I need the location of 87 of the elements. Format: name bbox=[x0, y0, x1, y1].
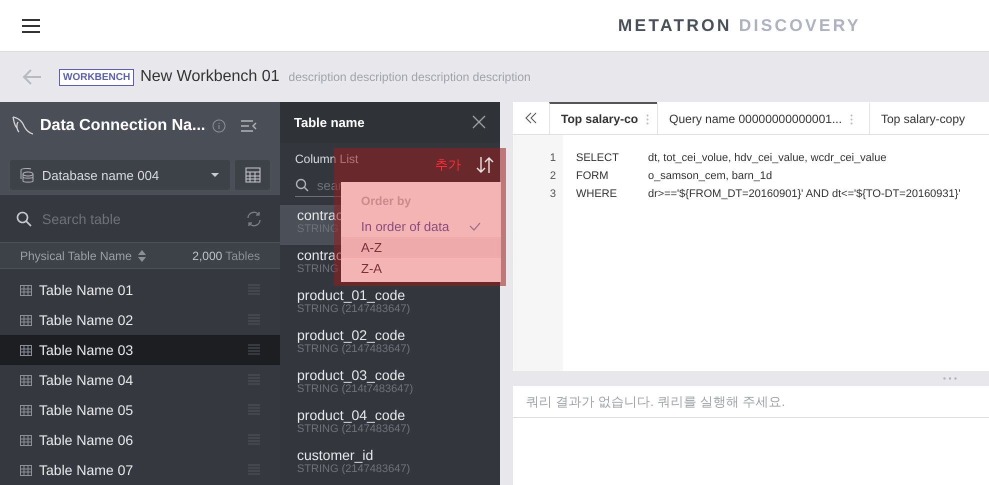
table-count-unit: Tables bbox=[225, 248, 260, 263]
caret-icon bbox=[210, 172, 220, 178]
column-type: STRING (2147483647) bbox=[297, 343, 410, 355]
table-list-item[interactable]: Table Name 02 bbox=[0, 305, 280, 335]
menu-icon[interactable] bbox=[22, 18, 40, 32]
kebab-icon[interactable] bbox=[646, 114, 650, 124]
resize-handle-icon[interactable] bbox=[943, 377, 957, 380]
column-name: contrac bbox=[297, 207, 343, 223]
menu-item[interactable]: In order of data bbox=[341, 216, 501, 237]
database-dropdown[interactable]: Database name 004 bbox=[10, 160, 230, 190]
code-text: dr>=='${FROM_DT=20160901}' AND dt<='${TO-DT=20160931}' bbox=[648, 188, 960, 202]
column-list-item[interactable]: customer_id STRING (2147483647) bbox=[280, 445, 500, 485]
check-icon bbox=[469, 222, 481, 231]
table-icon bbox=[20, 314, 32, 326]
drag-handle-icon[interactable] bbox=[248, 374, 260, 386]
search-field[interactable]: sear bbox=[315, 176, 369, 194]
annotation-label: 추가 bbox=[435, 156, 461, 174]
code-keyword: WHERE bbox=[576, 188, 618, 202]
table-icon bbox=[20, 404, 32, 416]
editor-tab[interactable]: Query name 00000000000001... bbox=[657, 102, 869, 134]
column-name: customer_id bbox=[297, 447, 374, 463]
column-name: product_02_code bbox=[297, 327, 406, 343]
code-keyword: FORM bbox=[576, 170, 610, 184]
table-icon bbox=[20, 374, 32, 386]
code-keyword: SELECT bbox=[576, 152, 620, 166]
workbench-title: New Workbench 01 bbox=[140, 68, 280, 86]
workbench-description: description description description description bbox=[288, 70, 531, 84]
search-field[interactable]: Search table bbox=[40, 210, 246, 228]
kebab-icon[interactable] bbox=[850, 114, 853, 124]
back-icon[interactable] bbox=[22, 69, 42, 85]
column-list-item[interactable]: product_03_code STRING (214t7483647) bbox=[280, 365, 500, 405]
logo-text: METATRON bbox=[618, 16, 732, 36]
table-icon bbox=[20, 464, 32, 476]
section-label: Column List bbox=[295, 152, 358, 166]
table-icon bbox=[20, 434, 32, 446]
close-icon[interactable] bbox=[472, 115, 486, 130]
column-type: STRING (2147483647) bbox=[297, 423, 410, 435]
table-list-item[interactable]: Table Name 03 bbox=[0, 335, 280, 365]
line-number: 3 bbox=[548, 188, 557, 202]
info-icon[interactable] bbox=[212, 119, 226, 133]
menu-item[interactable]: Z-A bbox=[341, 258, 501, 279]
table-list-item[interactable]: Table Name 01 bbox=[0, 275, 280, 305]
table-icon bbox=[20, 284, 32, 296]
menu-item[interactable]: A-Z bbox=[341, 237, 501, 258]
collapse-list-icon[interactable] bbox=[241, 120, 258, 132]
column-type: STRING bbox=[297, 263, 339, 275]
empty-message: 쿼리 결과가 없습니다. 쿼리를 실행해 주세요. bbox=[526, 392, 786, 410]
column-header[interactable]: Physical Table Name bbox=[20, 248, 132, 263]
sort-icon[interactable] bbox=[476, 156, 494, 174]
code-text: o_samson_cem, barn_1d bbox=[648, 170, 772, 184]
column-list-item[interactable]: product_01_code STRING (2147483647) bbox=[280, 285, 500, 325]
table-icon bbox=[20, 344, 32, 356]
refresh-icon[interactable] bbox=[246, 210, 262, 227]
drag-handle-icon[interactable] bbox=[248, 314, 260, 326]
column-type: STRING (2147483647) bbox=[297, 303, 410, 315]
column-type: STRING (214t7483647) bbox=[297, 383, 414, 395]
drag-handle-icon[interactable] bbox=[248, 464, 260, 476]
column-name: contrac bbox=[297, 247, 343, 263]
connection-name: Data Connection Na... bbox=[40, 117, 206, 135]
search-icon bbox=[295, 178, 309, 192]
drag-handle-icon[interactable] bbox=[248, 434, 260, 446]
table-list-item[interactable]: Table Name 05 bbox=[0, 395, 280, 425]
grid-icon[interactable] bbox=[235, 160, 270, 190]
table-count: 2,000 bbox=[192, 248, 222, 263]
line-number: 2 bbox=[548, 170, 557, 184]
line-number: 1 bbox=[548, 152, 557, 166]
column-name: product_03_code bbox=[297, 367, 406, 383]
drag-handle-icon[interactable] bbox=[248, 344, 260, 356]
column-list-item[interactable]: product_04_code STRING (2147483647) bbox=[280, 405, 500, 445]
table-list-item[interactable]: Table Name 04 bbox=[0, 365, 280, 395]
column-name: product_04_code bbox=[297, 407, 406, 423]
table-list-item[interactable]: Table Name 06 bbox=[0, 425, 280, 455]
database-name: Database name 004 bbox=[42, 168, 160, 182]
search-icon bbox=[16, 210, 32, 227]
column-type: STRING (2147483647) bbox=[297, 463, 410, 475]
editor-tab[interactable]: Top salary-copy bbox=[868, 102, 973, 134]
table-list-item[interactable]: Table Name 07 bbox=[0, 455, 280, 485]
code-editor[interactable]: 1 2 3 SELECT dt, tot_cei_volue, hdv_cei_value, wcdr_cei_value FORM o_samson_cem, barn_1d WHERE dr>=='${FROM_DT=20160901}' AND dt<='${TO-DT=20160931}' bbox=[513, 135, 989, 371]
drag-handle-icon[interactable] bbox=[248, 404, 260, 416]
drag-handle-icon[interactable] bbox=[248, 284, 260, 296]
logo-text: DISCOVERY bbox=[738, 16, 861, 36]
column-name: product_01_code bbox=[297, 287, 406, 303]
column-list-item[interactable]: product_02_code STRING (2147483647) bbox=[280, 325, 500, 365]
code-text: dt, tot_cei_volue, hdv_cei_value, wcdr_cei_value bbox=[648, 152, 886, 166]
database-icon bbox=[20, 167, 34, 183]
panel-title: Table name bbox=[294, 114, 365, 130]
workbench-badge: WORKBENCH bbox=[59, 68, 134, 86]
